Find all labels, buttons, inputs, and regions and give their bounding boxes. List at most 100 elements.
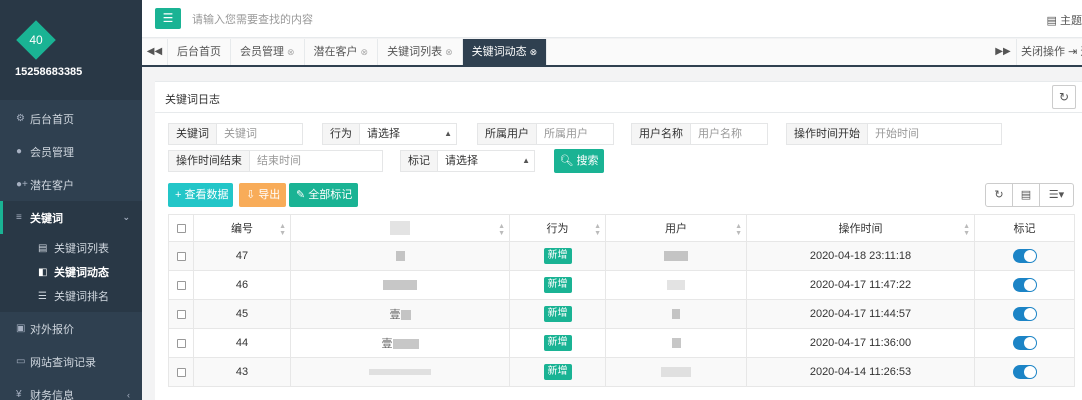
time-cell: 2020-04-17 11:36:00 bbox=[746, 328, 975, 358]
column-header-action[interactable]: 行为 ▲ ▼ bbox=[509, 214, 606, 242]
row-checkbox[interactable] bbox=[176, 280, 186, 290]
panel-refresh-button[interactable]: ↻ bbox=[1052, 85, 1076, 109]
tab-scroll-left-button[interactable]: ◀◀ bbox=[142, 39, 168, 65]
sidebar-item-home[interactable]: ⚙ 后台首页 bbox=[0, 102, 142, 135]
keyword-log-panel: 关键词日志 ↻ 关键词 关键词 行为 请选择 ▲▼ 所属用户 所属用户 用户名称 … bbox=[155, 81, 1082, 400]
row-select-cell[interactable] bbox=[168, 241, 194, 271]
action-badge: 新增 bbox=[543, 364, 572, 380]
table-row[interactable]: 44 壹 新增 2020-04-17 11:36:00 bbox=[168, 328, 1075, 358]
row-select-cell[interactable] bbox=[168, 357, 194, 387]
id-cell: 47 bbox=[193, 241, 291, 271]
search-button-label: 搜索 bbox=[576, 155, 599, 167]
user-phone[interactable]: 15258683385 bbox=[15, 66, 82, 78]
mark-toggle[interactable] bbox=[1012, 278, 1037, 292]
column-header-time[interactable]: 操作时间 ▲ ▼ bbox=[746, 214, 975, 242]
row-checkbox[interactable] bbox=[176, 367, 186, 377]
sidebar-subitem-keyword-ranking[interactable]: ☰ 关键词排名 bbox=[0, 284, 142, 308]
tab-keyword-activity[interactable]: 关键词动态 ⊗ bbox=[462, 39, 548, 65]
column-header-user[interactable]: 用户 ▲ ▼ bbox=[605, 214, 747, 242]
row-select-cell[interactable] bbox=[168, 270, 194, 300]
owner-filter: 所属用户 所属用户 bbox=[477, 123, 614, 145]
top-bar: ☰ 请输入您需要查找的内容 ▤ 主题 bbox=[142, 0, 1082, 38]
table-refresh-button[interactable]: ↻ bbox=[985, 183, 1013, 207]
panel-title: 关键词日志 bbox=[165, 94, 220, 106]
tab-keyword-list[interactable]: 关键词列表 ⊗ bbox=[378, 39, 463, 65]
tab-label: 潜在客户 bbox=[313, 46, 358, 58]
theme-button[interactable]: ▤ 主题 bbox=[1047, 12, 1082, 28]
toggle-knob bbox=[1023, 308, 1036, 320]
mark-all-button[interactable]: ✎ 全部标记 bbox=[289, 183, 358, 207]
tab-members[interactable]: 会员管理 ⊗ bbox=[231, 39, 305, 65]
column-header-keyword[interactable]: ▲ ▼ bbox=[290, 214, 510, 242]
mark-toggle[interactable] bbox=[1012, 336, 1037, 350]
sidebar-item-prospects[interactable]: ●+ 潜在客户 bbox=[0, 168, 142, 201]
keyword-cell: 壹 bbox=[290, 328, 510, 358]
table-row[interactable]: 45 壹 新增 2020-04-17 11:44:57 bbox=[168, 299, 1075, 329]
backward-icon: ◀◀ bbox=[146, 46, 163, 57]
action-cell: 新增 bbox=[509, 241, 606, 271]
obscured-text bbox=[383, 280, 417, 291]
username-input[interactable]: 用户名称 bbox=[691, 123, 768, 145]
table-columns-dropdown[interactable]: ☰▾ bbox=[1039, 183, 1074, 207]
row-checkbox[interactable] bbox=[176, 309, 186, 319]
close-icon[interactable]: ⊗ bbox=[361, 47, 369, 57]
mark-toggle[interactable] bbox=[1012, 307, 1037, 321]
select-all-checkbox[interactable] bbox=[176, 223, 186, 233]
sidebar-item-finance[interactable]: ¥ 财务信息 ‹ bbox=[0, 378, 142, 400]
table-row[interactable]: 43 新增 2020-04-14 11:26:53 bbox=[168, 357, 1075, 387]
close-icon[interactable]: ⊗ bbox=[445, 47, 453, 57]
close-icon[interactable]: ⊗ bbox=[530, 47, 538, 57]
keyword-filter-label: 关键词 bbox=[168, 123, 217, 145]
end-time-input[interactable]: 结束时间 bbox=[250, 150, 383, 172]
export-button[interactable]: ⇩ 导出 bbox=[239, 183, 286, 207]
sort-icon: ▲ ▼ bbox=[279, 223, 286, 237]
mark-toggle[interactable] bbox=[1012, 249, 1037, 263]
tab-home[interactable]: 后台首页 bbox=[168, 39, 231, 65]
tab-prospects[interactable]: 潜在客户 ⊗ bbox=[305, 39, 379, 65]
obscured-text bbox=[395, 251, 405, 262]
close-icon[interactable]: ⊗ bbox=[287, 47, 295, 57]
column-header-id[interactable]: 编号 ▲ ▼ bbox=[193, 214, 291, 242]
close-operations-button[interactable]: 关闭操作 ⇥ 退 bbox=[1016, 39, 1082, 65]
keyword-input[interactable]: 关键词 bbox=[217, 123, 303, 145]
search-button[interactable]: 🔍︎ 搜索 bbox=[554, 149, 604, 173]
row-checkbox[interactable] bbox=[176, 251, 186, 261]
mark-toggle[interactable] bbox=[1012, 365, 1037, 379]
keyword-cell bbox=[290, 357, 510, 387]
table-card-view-button[interactable]: ▤ bbox=[1012, 183, 1040, 207]
menu-toggle-button[interactable]: ☰ bbox=[155, 8, 181, 29]
global-search-input[interactable]: 请输入您需要查找的内容 bbox=[192, 11, 313, 27]
tab-scroll-right-button[interactable]: ▶▶ bbox=[990, 39, 1016, 65]
view-data-button[interactable]: + 查看数据 bbox=[168, 183, 233, 207]
table-row[interactable]: 47 新增 2020-04-18 23:11:18 bbox=[168, 241, 1075, 271]
owner-input[interactable]: 所属用户 bbox=[537, 123, 614, 145]
sort-icon: ▲ ▼ bbox=[498, 223, 505, 237]
bars-icon: ≡ bbox=[16, 212, 22, 223]
row-select-cell[interactable] bbox=[168, 328, 194, 358]
sidebar-subitem-keyword-list[interactable]: ▤ 关键词列表 bbox=[0, 236, 142, 260]
table-row[interactable]: 46 新增 2020-04-17 11:47:22 bbox=[168, 270, 1075, 300]
sidebar-subitem-keyword-activity[interactable]: ◧ 关键词动态 bbox=[0, 260, 142, 284]
id-cell: 44 bbox=[193, 328, 291, 358]
chevron-down-icon: ⌄ bbox=[122, 212, 130, 222]
action-select[interactable]: 请选择 ▲▼ bbox=[360, 123, 457, 145]
obscured-text bbox=[664, 251, 688, 262]
sidebar-item-keywords[interactable]: ≡ 关键词 ⌄ bbox=[0, 201, 142, 234]
profile-area: 40 15258683385 bbox=[0, 0, 142, 100]
user-cell bbox=[605, 299, 747, 329]
toggle-knob bbox=[1023, 366, 1036, 378]
sidebar-item-quotes[interactable]: ▣ 对外报价 bbox=[0, 312, 142, 345]
time-cell: 2020-04-17 11:47:22 bbox=[746, 270, 975, 300]
column-header-mark[interactable]: 标记 bbox=[974, 214, 1075, 242]
sidebar-item-query-log[interactable]: ▭ 网站查询记录 bbox=[0, 345, 142, 378]
start-time-input[interactable]: 开始时间 bbox=[868, 123, 1002, 145]
keyword-cell bbox=[290, 270, 510, 300]
mark-select[interactable]: 请选择 ▲▼ bbox=[438, 150, 535, 172]
refresh-icon: ↻ bbox=[994, 189, 1004, 201]
row-select-cell[interactable] bbox=[168, 299, 194, 329]
time-cell: 2020-04-14 11:26:53 bbox=[746, 357, 975, 387]
sidebar-item-label: 对外报价 bbox=[30, 323, 74, 336]
row-checkbox[interactable] bbox=[176, 338, 186, 348]
select-all-cell[interactable] bbox=[168, 214, 194, 242]
sidebar-item-members[interactable]: ● 会员管理 bbox=[0, 135, 142, 168]
